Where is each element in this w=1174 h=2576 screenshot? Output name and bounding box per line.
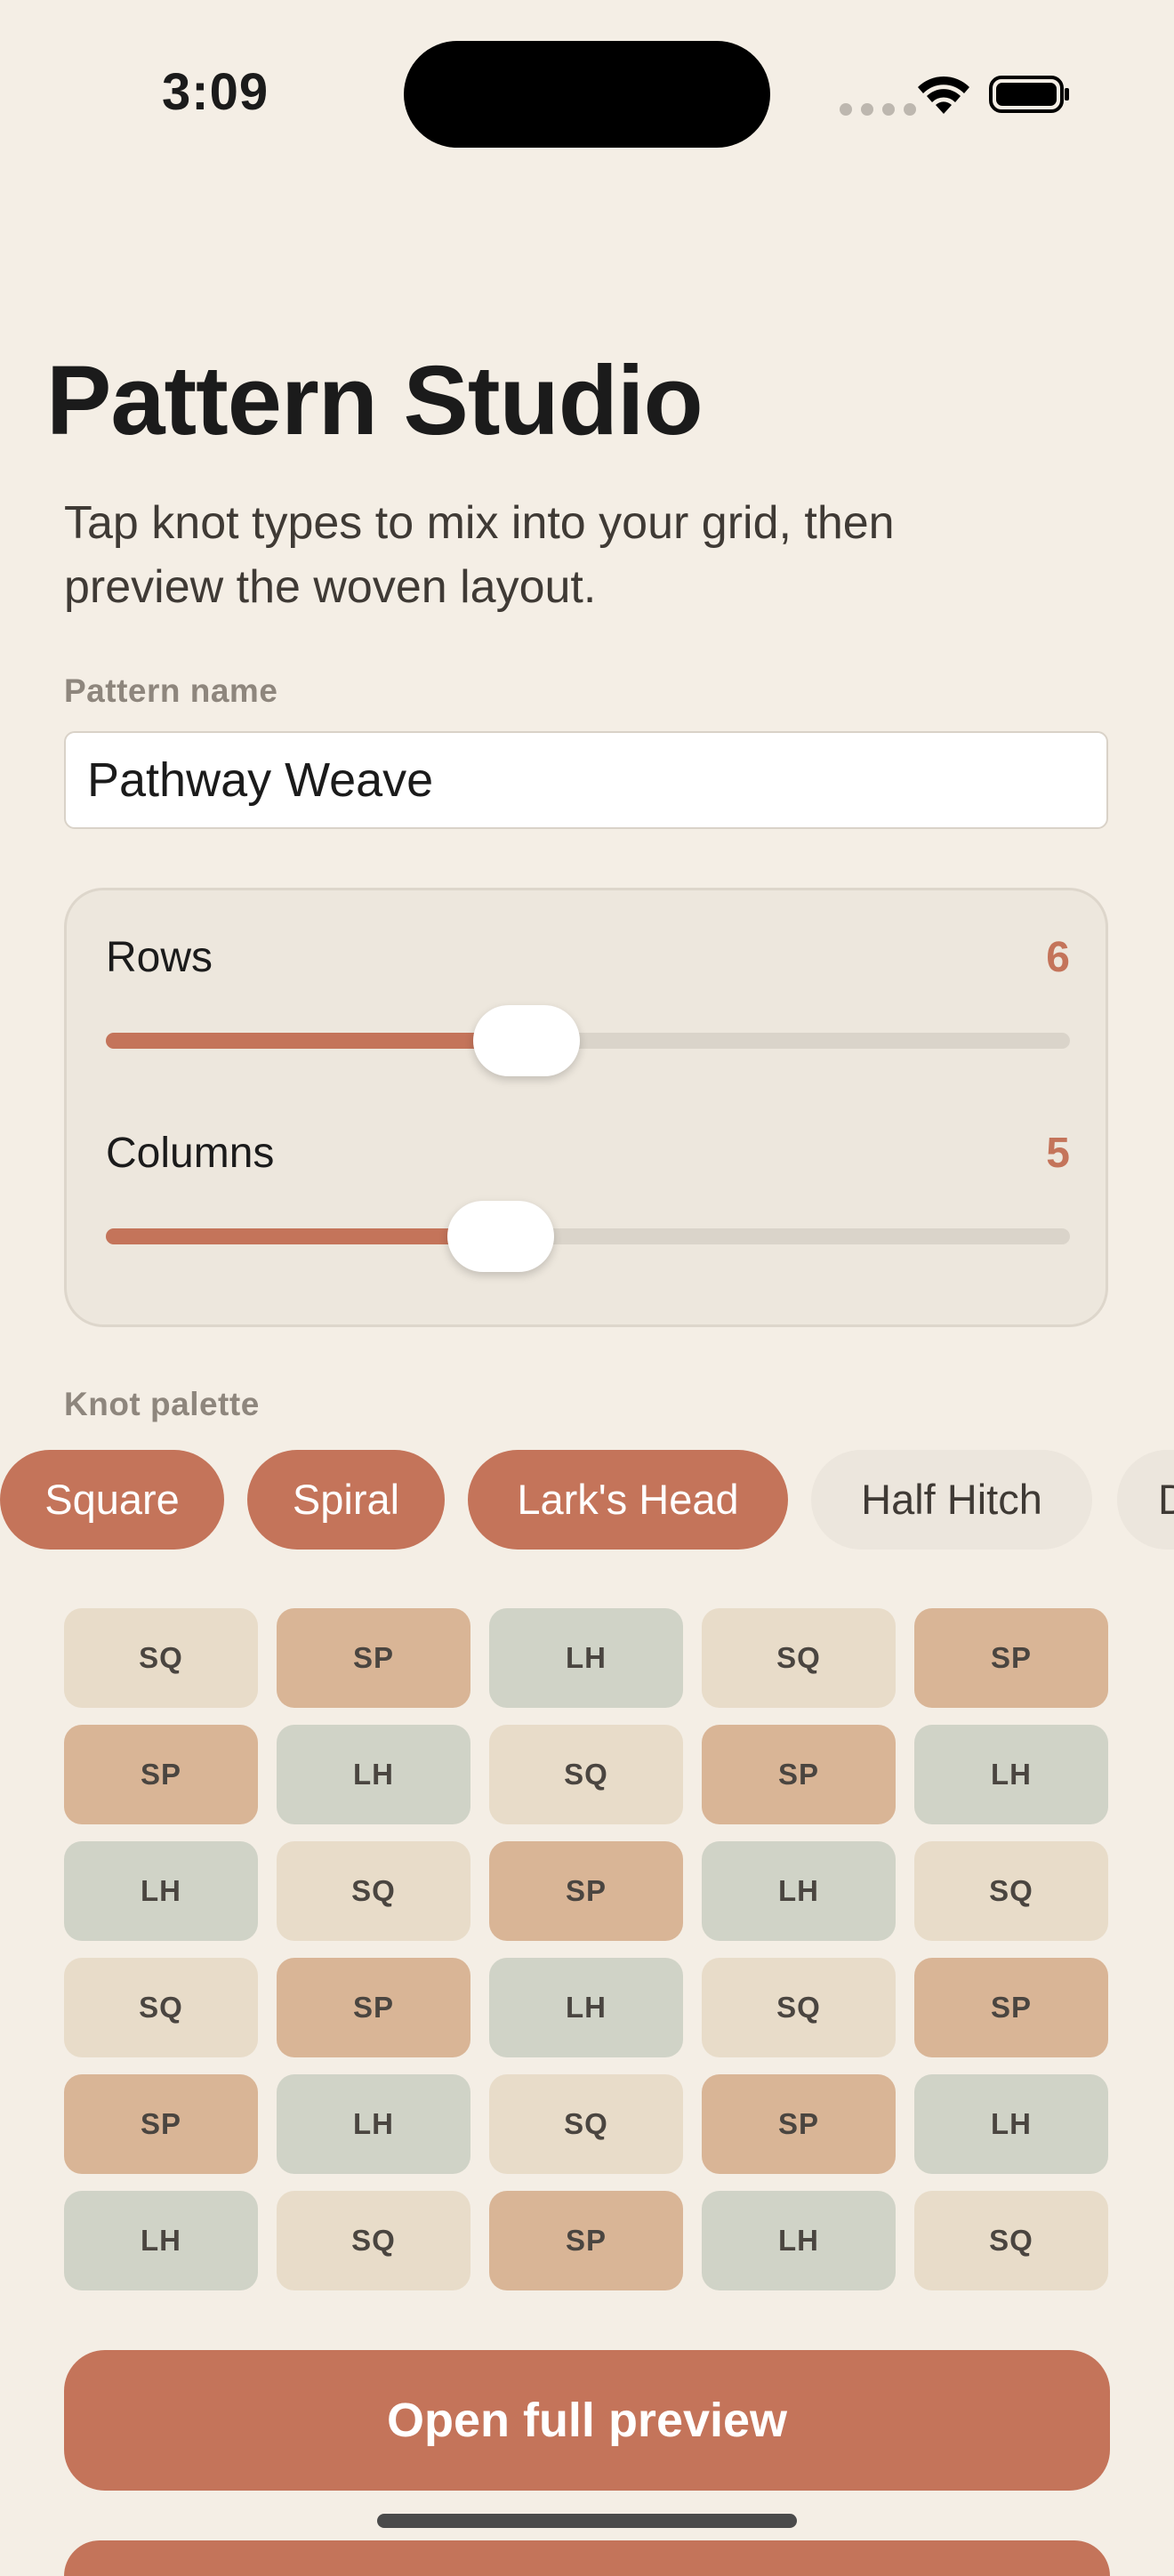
rows-slider-fill	[106, 1033, 527, 1049]
grid-cell[interactable]: LH	[702, 2191, 896, 2290]
wifi-icon	[918, 76, 969, 114]
knot-palette-label: Knot palette	[64, 1386, 260, 1422]
grid-cell[interactable]: LH	[489, 1608, 683, 1708]
chip-larks-head[interactable]: Lark's Head	[468, 1450, 788, 1550]
knot-grid: SQ SP LH SQ SP SP LH SQ SP LH LH SQ SP LH SQ SQ SP LH SQ SP…	[64, 1608, 1110, 2290]
grid-cell[interactable]: LH	[914, 2074, 1108, 2174]
columns-slider-thumb[interactable]	[447, 1201, 554, 1272]
rows-label: Rows	[106, 934, 213, 981]
grid-cell[interactable]: SP	[277, 1958, 470, 2057]
grid-cell[interactable]: SQ	[702, 1608, 896, 1708]
battery-icon	[989, 76, 1069, 113]
grid-cell[interactable]: SQ	[64, 1958, 258, 2057]
pattern-name-input[interactable]	[64, 731, 1108, 829]
chip-spiral[interactable]: Spiral	[247, 1450, 445, 1550]
dynamic-island	[404, 41, 770, 148]
home-indicator	[377, 2514, 797, 2528]
grid-cell[interactable]: SP	[489, 1841, 683, 1941]
rows-slider[interactable]	[106, 1005, 1070, 1076]
grid-cell[interactable]: LH	[64, 1841, 258, 1941]
columns-value: 5	[1046, 1130, 1070, 1177]
grid-cell[interactable]: SP	[702, 1725, 896, 1824]
cellular-dots-icon	[840, 103, 916, 116]
grid-cell[interactable]: SQ	[914, 2191, 1108, 2290]
grid-cell[interactable]: SP	[489, 2191, 683, 2290]
rows-slider-thumb[interactable]	[473, 1005, 580, 1076]
grid-cell[interactable]: LH	[64, 2191, 258, 2290]
grid-cell[interactable]: SQ	[489, 2074, 683, 2174]
grid-cell[interactable]: SQ	[914, 1841, 1108, 1941]
columns-label: Columns	[106, 1130, 275, 1177]
open-full-preview-button[interactable]: Open full preview	[64, 2350, 1110, 2491]
grid-cell[interactable]: SP	[702, 2074, 896, 2174]
knot-palette: Square Spiral Lark's Head Half Hitch D	[0, 1450, 1174, 1550]
chip-half-hitch[interactable]: Half Hitch	[811, 1450, 1092, 1550]
grid-cell[interactable]: SP	[64, 2074, 258, 2174]
columns-slider[interactable]	[106, 1201, 1070, 1272]
chip-square[interactable]: Square	[0, 1450, 224, 1550]
chip-partial[interactable]: D	[1117, 1450, 1174, 1550]
grid-cell[interactable]: SP	[914, 1608, 1108, 1708]
next-button-peek	[64, 2540, 1110, 2576]
rows-value: 6	[1046, 934, 1070, 981]
columns-slider-fill	[106, 1228, 501, 1244]
grid-cell[interactable]: LH	[277, 1725, 470, 1824]
grid-cell[interactable]: LH	[489, 1958, 683, 2057]
grid-size-card: Rows 6 Columns 5	[64, 888, 1108, 1327]
grid-cell[interactable]: SQ	[64, 1608, 258, 1708]
pattern-name-label: Pattern name	[64, 672, 278, 709]
grid-cell[interactable]: SQ	[702, 1958, 896, 2057]
page-title: Pattern Studio	[46, 346, 704, 455]
grid-cell[interactable]: SP	[277, 1608, 470, 1708]
page-subtitle: Tap knot types to mix into your grid, th…	[64, 497, 895, 613]
grid-cell[interactable]: LH	[914, 1725, 1108, 1824]
status-time: 3:09	[162, 63, 269, 121]
grid-cell[interactable]: SQ	[277, 1841, 470, 1941]
grid-cell[interactable]: SQ	[277, 2191, 470, 2290]
grid-cell[interactable]: LH	[277, 2074, 470, 2174]
grid-cell[interactable]: LH	[702, 1841, 896, 1941]
grid-cell[interactable]: SQ	[489, 1725, 683, 1824]
grid-cell[interactable]: SP	[914, 1958, 1108, 2057]
status-bar: 3:09	[0, 0, 1174, 187]
grid-cell[interactable]: SP	[64, 1725, 258, 1824]
